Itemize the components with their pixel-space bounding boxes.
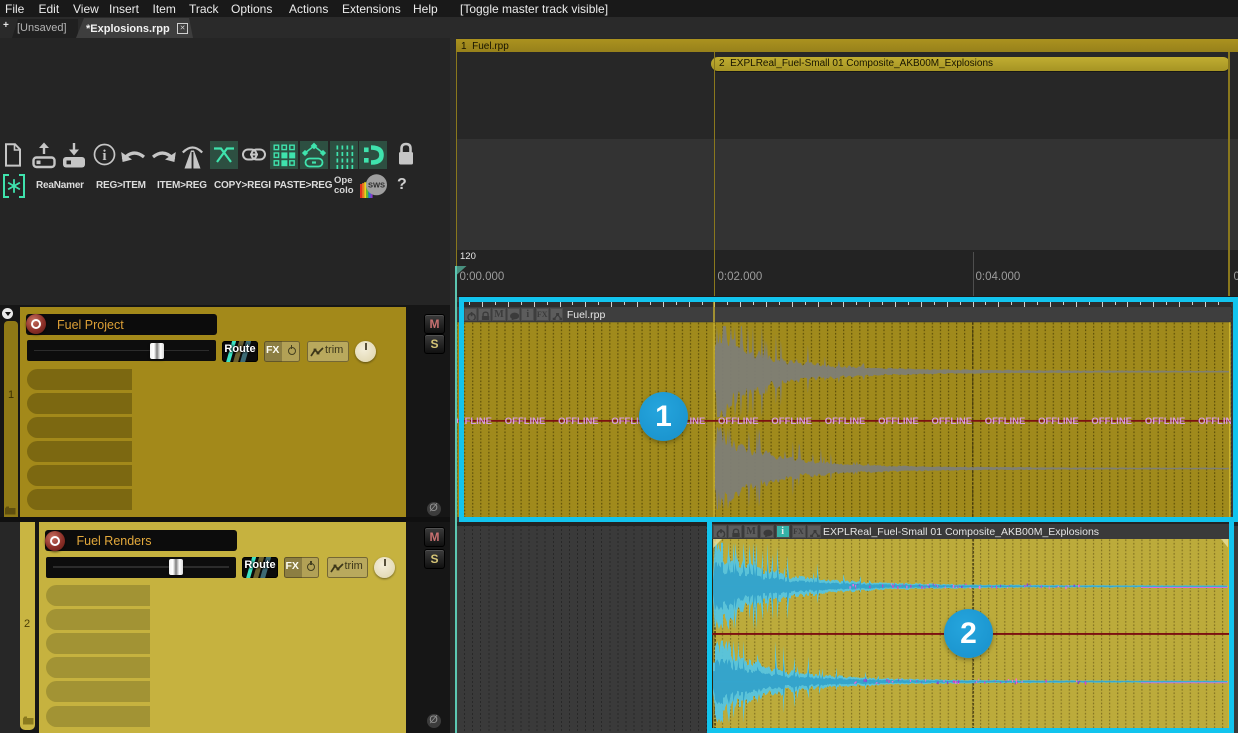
svg-text:i: i [102,148,106,164]
svg-text:SWS: SWS [368,181,385,190]
